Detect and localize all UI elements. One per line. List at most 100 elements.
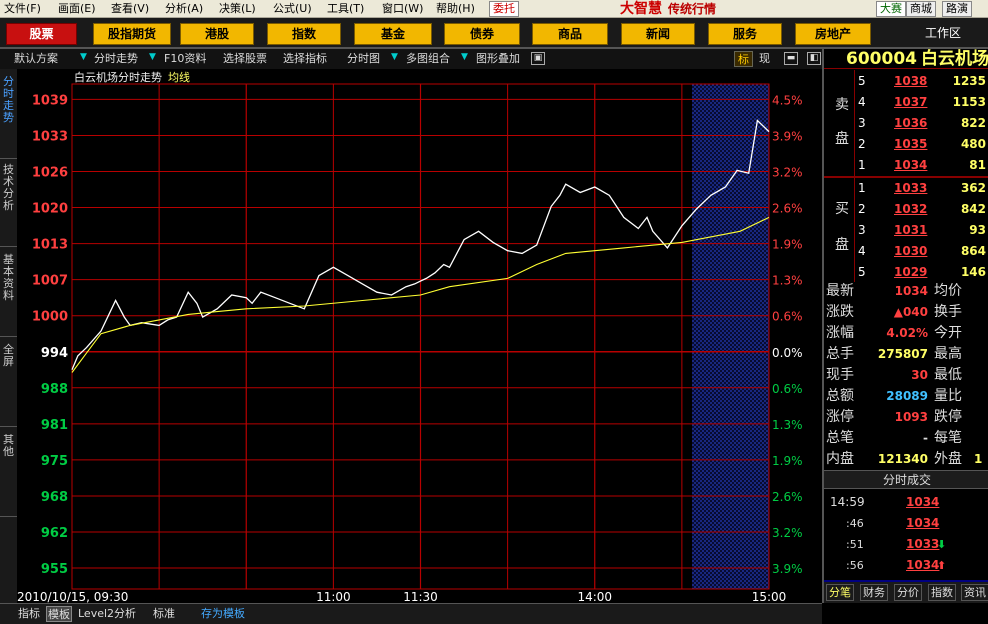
multi-chart-button[interactable]: 多图组合 xyxy=(406,51,450,67)
buy-row[interactable]: 1 1033 362 xyxy=(854,178,988,199)
stat-row: 总笔 - 每笔 xyxy=(824,428,988,449)
menu-analysis[interactable]: 分析(A) xyxy=(165,1,203,16)
category-index-futures[interactable]: 股指期货 xyxy=(93,23,171,45)
triangle-down-icon[interactable]: ▼ xyxy=(461,52,468,62)
roadshow-button[interactable]: 路演 xyxy=(942,1,972,17)
buy-row[interactable]: 5 1029 146 xyxy=(854,262,988,283)
tab-fullscreen[interactable]: 全屏 xyxy=(0,341,17,427)
tab-news[interactable]: 资讯 xyxy=(961,584,988,601)
y-percent-label: 3.2% xyxy=(772,166,803,180)
workspace-label[interactable]: 工作区 xyxy=(925,24,961,41)
menu-decision[interactable]: 决策(L) xyxy=(219,1,256,16)
sell-row[interactable]: 4 1037 1153 xyxy=(854,92,988,113)
tab-ticks[interactable]: 分笔 xyxy=(826,584,854,601)
price: 1033 xyxy=(894,181,928,195)
tab-technical-label: 技术分析 xyxy=(3,163,14,212)
stock-header: 600004 白云机场 xyxy=(824,49,988,69)
price: 1031 xyxy=(894,223,928,237)
contest-button[interactable]: 大赛 xyxy=(876,1,906,17)
box-arrow-icon[interactable]: ◧ xyxy=(807,52,821,65)
tab-intraday[interactable]: 分时走势 xyxy=(0,73,17,159)
quote-panel: 600004 白云机场 卖 盘 5 1038 1235 4 1037 1153 3 1036… xyxy=(822,49,988,603)
menu-formula[interactable]: 公式(U) xyxy=(273,1,312,16)
category-funds[interactable]: 基金 xyxy=(354,23,432,45)
tab-fundamentals[interactable]: 基本资料 xyxy=(0,251,17,337)
triangle-down-icon[interactable]: ▼ xyxy=(391,52,398,62)
category-bonds[interactable]: 债券 xyxy=(444,23,520,45)
stat-row: 涨跌 ▲040 换手 xyxy=(824,302,988,323)
tick-time: :46 xyxy=(846,517,864,530)
tick-row[interactable]: :56 1034 ⬆ xyxy=(824,555,988,576)
sell-row[interactable]: 2 1035 480 xyxy=(854,134,988,155)
buy-row[interactable]: 3 1031 93 xyxy=(854,220,988,241)
bottom-tab-level2[interactable]: Level2分析 xyxy=(78,606,136,622)
sell-row[interactable]: 5 1038 1235 xyxy=(854,71,988,92)
bottom-tab-standard[interactable]: 标准 xyxy=(153,606,175,622)
mall-button[interactable]: 商城 xyxy=(906,1,936,17)
y-tick-label: 981 xyxy=(41,418,68,433)
xian-button[interactable]: 现 xyxy=(759,51,770,67)
category-stocks[interactable]: 股票 xyxy=(6,23,77,45)
overlay-button[interactable]: 图形叠加 xyxy=(476,51,520,67)
lock-icon[interactable]: ▣ xyxy=(531,52,545,65)
tab-finance[interactable]: 财务 xyxy=(860,584,888,601)
menu-tools[interactable]: 工具(T) xyxy=(327,1,364,16)
biao-button[interactable]: 标 xyxy=(734,51,753,67)
sell-row[interactable]: 3 1036 822 xyxy=(854,113,988,134)
intraday-trend-button[interactable]: 分时走势 xyxy=(94,51,138,67)
intraday-chart[interactable]: 1039 1033 1026 1020 1013 1007 1000 994 988 981 975… xyxy=(17,69,820,603)
price: 1030 xyxy=(894,244,928,258)
category-news[interactable]: 新闻 xyxy=(621,23,695,45)
menu-file[interactable]: 文件(F) xyxy=(4,1,41,16)
tab-technical[interactable]: 技术分析 xyxy=(0,161,17,247)
stat-row: 最新 1034 均价 xyxy=(824,281,988,302)
price: 1036 xyxy=(894,116,928,130)
select-stock-button[interactable]: 选择股票 xyxy=(223,51,267,67)
volume: 864 xyxy=(960,244,986,258)
select-indicator-button[interactable]: 选择指标 xyxy=(283,51,327,67)
category-commodities[interactable]: 商品 xyxy=(532,23,608,45)
tab-other[interactable]: 其他 xyxy=(0,431,17,517)
buy-row[interactable]: 2 1032 842 xyxy=(854,199,988,220)
tab-index[interactable]: 指数 xyxy=(928,584,956,601)
level: 5 xyxy=(858,74,866,88)
tick-price: 1034 xyxy=(906,516,940,530)
box-arrow-icon[interactable]: ▬ xyxy=(784,52,798,65)
volume: 362 xyxy=(960,181,986,195)
volume: 146 xyxy=(960,265,986,279)
menu-help[interactable]: 帮助(H) xyxy=(436,1,475,16)
y-percent-label: 0.6% xyxy=(772,310,803,324)
stat-right-label: 换手 xyxy=(934,304,962,320)
category-services[interactable]: 服务 xyxy=(708,23,782,45)
entrust-button[interactable]: 委托 xyxy=(489,1,519,17)
buy-row[interactable]: 4 1030 864 xyxy=(854,241,988,262)
y-percent-label: 1.9% xyxy=(772,454,803,468)
tick-row[interactable]: :51 1033 ⬇ xyxy=(824,534,988,555)
menu-bar: 文件(F) 画面(E) 查看(V) 分析(A) 决策(L) 公式(U) 工具(T… xyxy=(0,0,988,18)
sell-row[interactable]: 1 1034 81 xyxy=(854,155,988,176)
category-indices[interactable]: 指数 xyxy=(267,23,341,45)
bottom-tab-template[interactable]: 模板 xyxy=(46,606,72,622)
category-hk-stocks[interactable]: 港股 xyxy=(180,23,254,45)
tab-price-dist[interactable]: 分价 xyxy=(894,584,922,601)
f10-info-button[interactable]: F10资料 xyxy=(164,51,206,67)
quote-bottom-tabs: 分笔 财务 分价 指数 资讯 xyxy=(824,582,988,603)
tick-row[interactable]: 14:59 1034 xyxy=(824,492,988,513)
intraday-chart-button[interactable]: 分时图 xyxy=(347,51,380,67)
price: 1035 xyxy=(894,137,928,151)
bottom-tab-indicator[interactable]: 指标 xyxy=(18,606,40,622)
arrow-up-icon: ⬆ xyxy=(937,559,947,572)
y-percent-label: 0.6% xyxy=(772,382,803,396)
menu-view[interactable]: 查看(V) xyxy=(111,1,149,16)
triangle-down-icon[interactable]: ▼ xyxy=(149,52,156,62)
tick-row[interactable]: :46 1034 xyxy=(824,513,988,534)
tick-price: 1034 xyxy=(906,558,940,572)
menu-view-screen[interactable]: 画面(E) xyxy=(58,1,96,16)
category-real-estate[interactable]: 房地产 xyxy=(795,23,871,45)
scheme-selector[interactable]: 默认方案 xyxy=(14,51,58,67)
chart-grid xyxy=(71,83,770,590)
save-template-button[interactable]: 存为模板 xyxy=(201,606,245,622)
brand-logo: 大智慧 传统行情 xyxy=(620,0,716,18)
triangle-down-icon[interactable]: ▼ xyxy=(80,52,87,62)
menu-window[interactable]: 窗口(W) xyxy=(382,1,423,16)
